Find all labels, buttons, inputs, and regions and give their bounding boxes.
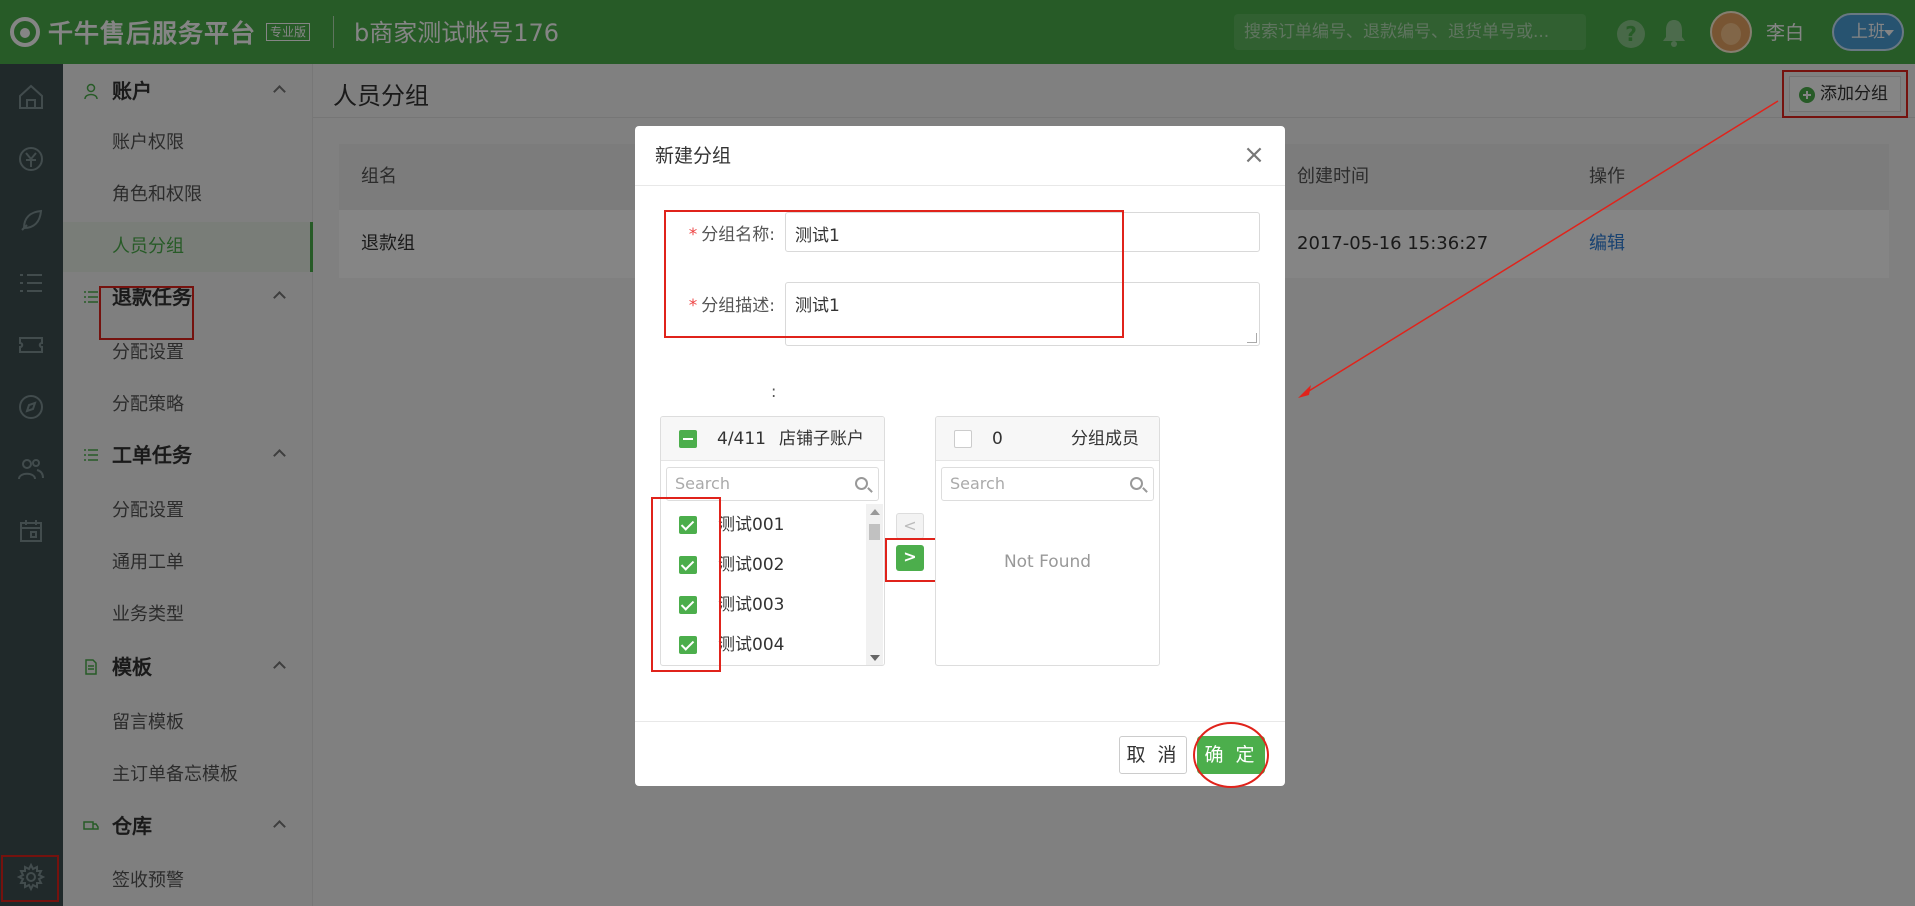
source-title: 店铺子账户 (779, 429, 864, 449)
scrollbar[interactable] (866, 504, 883, 665)
target-list-panel: 0 分组成员 Search Not Found (935, 416, 1160, 666)
target-title: 分组成员 (1071, 429, 1139, 449)
dialog-title: 新建分组 (655, 145, 732, 167)
source-search-input[interactable]: Search (666, 467, 879, 501)
dialog-footer-divider (635, 721, 1285, 722)
source-count: 4/411 (717, 429, 766, 449)
select-all-checkbox[interactable] (679, 430, 697, 448)
scroll-up-arrow-icon[interactable] (870, 509, 880, 515)
target-count: 0 (992, 429, 1003, 449)
search-icon (1130, 477, 1143, 490)
search-icon (855, 477, 868, 490)
cancel-button[interactable]: 取 消 (1119, 736, 1187, 774)
annotation-box (664, 210, 1124, 338)
move-left-button[interactable]: < (896, 513, 924, 539)
annotation-circle (1193, 722, 1269, 788)
target-list-header: 0 分组成员 (936, 417, 1159, 461)
scroll-down-arrow-icon[interactable] (870, 655, 880, 661)
new-group-dialog: 新建分组 × * 分组名称: 测试1 * 分组描述: 测试1 : 4/411 店铺子… (635, 126, 1285, 788)
select-all-checkbox[interactable] (954, 430, 972, 448)
dialog-header: 新建分组 × (635, 126, 1285, 186)
resize-handle[interactable] (1247, 333, 1257, 343)
target-search-input[interactable]: Search (941, 467, 1154, 501)
source-list-header: 4/411 店铺子账户 (661, 417, 884, 461)
annotation-box (651, 497, 721, 672)
annotation-box (885, 538, 938, 582)
empty-state: Not Found (1003, 552, 1092, 572)
members-label: : (771, 382, 777, 401)
scroll-thumb[interactable] (869, 524, 880, 540)
close-icon[interactable]: × (1241, 142, 1267, 168)
